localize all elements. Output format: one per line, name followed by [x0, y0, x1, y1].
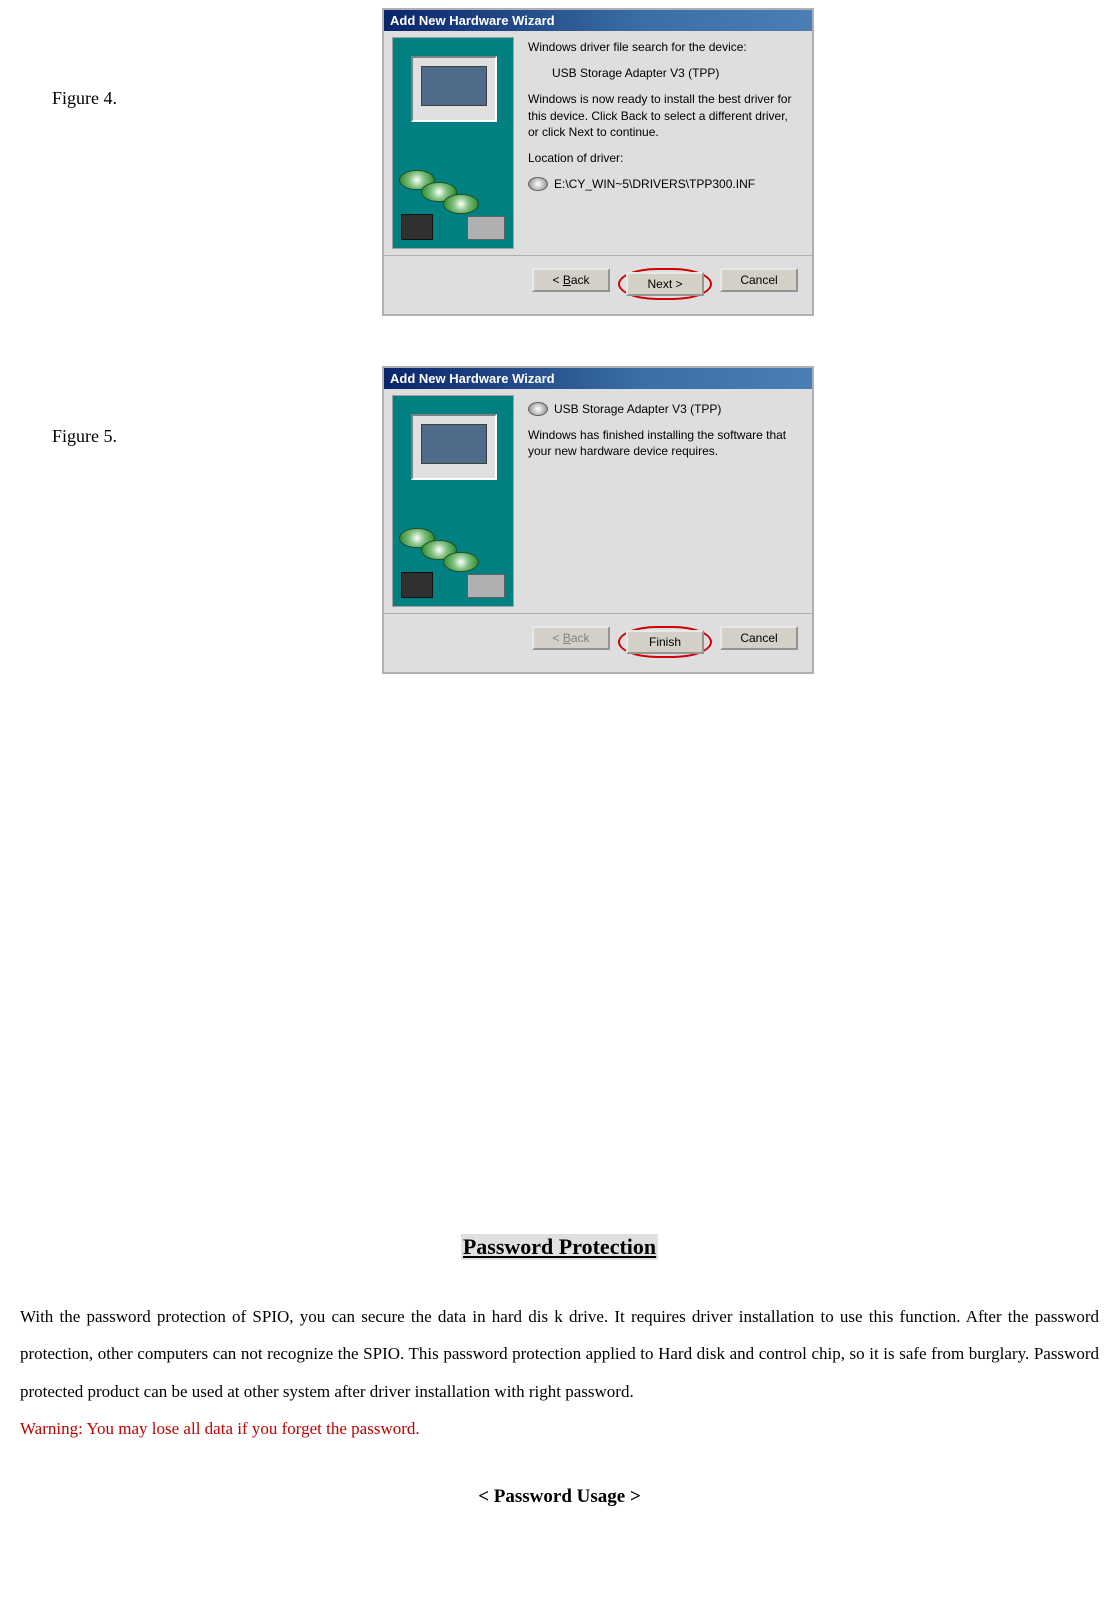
wizard-finished-text: Windows has finished installing the soft… — [528, 427, 800, 459]
drive-icon — [528, 177, 548, 191]
floppy-icon — [401, 214, 433, 240]
wizard-ready-text: Windows is now ready to install the best… — [528, 91, 800, 140]
driver-path: E:\CY_WIN~5\DRIVERS\TPP300.INF — [554, 176, 755, 192]
hdd-icon — [467, 216, 505, 240]
monitor-icon — [411, 414, 497, 480]
body-paragraph: With the password protection of SPIO, yo… — [20, 1307, 1099, 1401]
back-button-label: < Back — [552, 273, 589, 287]
next-button[interactable]: Next > — [626, 272, 704, 296]
dialog-titlebar: Add New Hardware Wizard — [384, 368, 812, 389]
cancel-button[interactable]: Cancel — [720, 626, 798, 650]
finish-button[interactable]: Finish — [626, 630, 704, 654]
figure-4-caption: Figure 4. — [20, 8, 382, 109]
wizard-sidebar-graphic — [392, 395, 514, 607]
device-icon — [528, 402, 548, 416]
device-name: USB Storage Adapter V3 (TPP) — [528, 65, 800, 81]
hdd-icon — [467, 574, 505, 598]
wizard-dialog-4: Add New Hardware Wizard Windows driver f… — [382, 8, 814, 316]
section-heading: Password Protection — [461, 1234, 658, 1260]
dialog-titlebar: Add New Hardware Wizard — [384, 10, 812, 31]
back-button[interactable]: < Back — [532, 268, 610, 292]
wizard-sidebar-graphic — [392, 37, 514, 249]
device-name: USB Storage Adapter V3 (TPP) — [554, 401, 721, 417]
highlight-circle: Next > — [618, 268, 712, 300]
sub-heading: < Password Usage > — [20, 1486, 1099, 1508]
cd-icon — [443, 552, 479, 572]
monitor-icon — [411, 56, 497, 122]
floppy-icon — [401, 572, 433, 598]
warning-text: Warning: You may lose all data if you fo… — [20, 1419, 420, 1438]
highlight-circle: Finish — [618, 626, 712, 658]
back-button-label: < Back — [552, 631, 589, 645]
wizard-dialog-5: Add New Hardware Wizard USB Storage Ad — [382, 366, 814, 674]
wizard-search-text: Windows driver file search for the devic… — [528, 39, 800, 55]
cd-icon — [443, 194, 479, 214]
cancel-button[interactable]: Cancel — [720, 268, 798, 292]
location-label: Location of driver: — [528, 150, 800, 166]
back-button: < Back — [532, 626, 610, 650]
figure-5-caption: Figure 5. — [20, 366, 382, 447]
